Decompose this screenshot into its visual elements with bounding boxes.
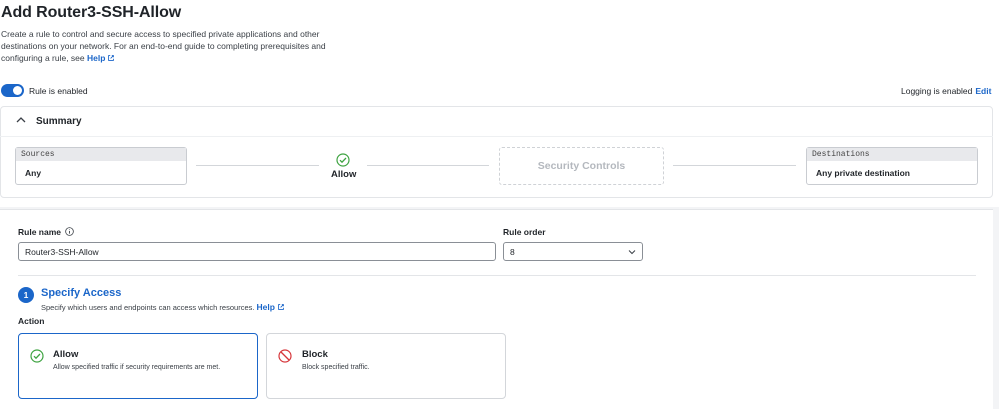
page-description-text: Create a rule to control and secure acce… (1, 29, 326, 63)
destinations-caption: Destinations (807, 148, 977, 161)
chevron-up-icon[interactable] (16, 116, 26, 124)
summary-heading: Summary (36, 116, 82, 127)
rule-name-input[interactable]: Router3-SSH-Allow (18, 242, 496, 261)
help-link[interactable]: Help (87, 53, 115, 63)
rule-order-value: 8 (510, 247, 515, 257)
allow-option-description: Allow specified traffic if security requ… (53, 364, 221, 371)
sources-caption: Sources (16, 148, 186, 161)
action-label: Action (18, 316, 45, 326)
external-link-icon (108, 55, 115, 61)
sources-value: Any (25, 168, 42, 178)
info-icon[interactable] (65, 227, 74, 236)
section-divider (18, 275, 976, 276)
step-subtitle-text: Specify which users and endpoints can ac… (41, 303, 255, 312)
connector-line (196, 165, 319, 166)
logging-status: Logging is enabled Edit (901, 86, 991, 96)
connector-line (367, 165, 489, 166)
step-title: Specify Access (41, 287, 122, 299)
summary-sources-node[interactable]: Sources Any (15, 147, 187, 185)
rule-name-label-text: Rule name (18, 227, 61, 237)
rule-order-select[interactable]: 8 (503, 242, 643, 261)
rule-enabled-label: Rule is enabled (29, 86, 88, 96)
check-circle-icon (30, 349, 44, 363)
summary-header[interactable] (0, 106, 993, 137)
destinations-value: Any private destination (816, 168, 910, 178)
external-link-icon (278, 304, 284, 310)
action-option-allow[interactable]: Allow Allow specified traffic if securit… (18, 333, 258, 399)
summary-action-label: Allow (331, 169, 357, 180)
page-title: Add Router3-SSH-Allow (1, 4, 182, 21)
rule-enabled-toggle[interactable] (1, 84, 24, 97)
logging-edit-link[interactable]: Edit (975, 86, 991, 96)
step-subtitle: Specify which users and endpoints can ac… (41, 302, 285, 312)
action-option-block[interactable]: Block Block specified traffic. (266, 333, 506, 399)
connector-line (673, 165, 796, 166)
summary-destinations-node[interactable]: Destinations Any private destination (806, 147, 978, 185)
toggle-knob (13, 86, 22, 95)
allow-option-title: Allow (53, 349, 79, 360)
block-option-description: Block specified traffic. (302, 364, 370, 371)
rule-order-label: Rule order (503, 227, 546, 237)
rule-name-label: Rule name (18, 227, 74, 237)
logging-status-text: Logging is enabled (901, 86, 973, 96)
step-number-badge: 1 (18, 287, 34, 303)
block-option-title: Block (302, 349, 328, 360)
summary-security-controls[interactable]: Security Controls (499, 147, 664, 185)
check-circle-icon (336, 153, 350, 167)
block-icon (278, 349, 292, 363)
step-help-link[interactable]: Help (257, 302, 285, 312)
chevron-down-icon (628, 250, 636, 255)
page-description: Create a rule to control and secure acce… (1, 28, 346, 64)
